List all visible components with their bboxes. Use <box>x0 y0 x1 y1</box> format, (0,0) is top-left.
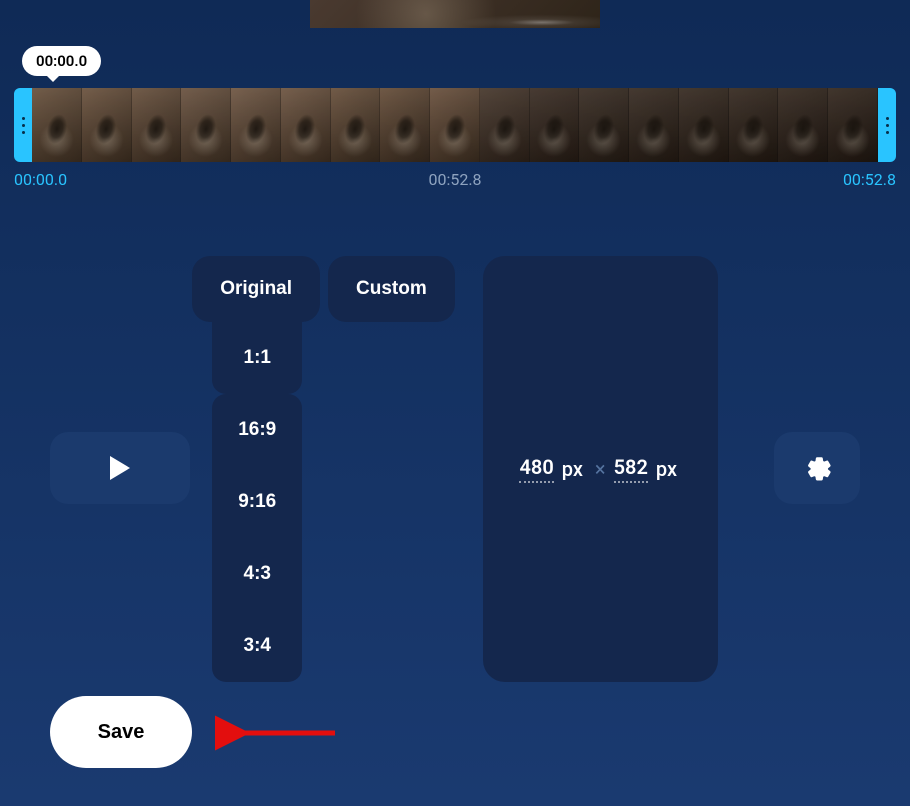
video-preview-frame <box>310 0 600 28</box>
settings-button[interactable] <box>774 432 860 504</box>
drag-handle-icon <box>886 117 889 134</box>
timeline-track[interactable] <box>14 88 896 162</box>
video-preview <box>310 0 600 28</box>
dimension-separator: × <box>595 457 606 481</box>
aspect-1-1[interactable]: 1:1 <box>212 322 302 394</box>
filmstrip-frame <box>679 88 729 162</box>
trim-handle-end[interactable] <box>878 88 896 162</box>
timeline-duration: 00:52.8 <box>428 170 481 189</box>
filmstrip-frame <box>480 88 530 162</box>
trim-handle-start[interactable] <box>14 88 32 162</box>
width-unit: px <box>562 457 583 481</box>
height-value[interactable]: 582 <box>614 455 648 483</box>
trim-start-time: 00:00.0 <box>14 170 67 189</box>
filmstrip-frame <box>380 88 430 162</box>
aspect-16-9[interactable]: 16:9 <box>212 394 302 466</box>
annotation-arrow <box>215 708 345 758</box>
aspect-ratio-column: Original Custom 1:1 16:9 9:16 4:3 3:4 <box>192 256 455 682</box>
filmstrip-frame <box>629 88 679 162</box>
play-icon <box>108 454 132 482</box>
tab-original[interactable]: Original <box>192 256 320 322</box>
filmstrip-frame <box>231 88 281 162</box>
filmstrip[interactable] <box>32 88 878 162</box>
play-button[interactable] <box>50 432 190 504</box>
filmstrip-frame <box>530 88 580 162</box>
aspect-3-4[interactable]: 3:4 <box>212 610 302 682</box>
drag-handle-icon <box>22 117 25 134</box>
save-button[interactable]: Save <box>50 696 192 768</box>
filmstrip-frame <box>132 88 182 162</box>
filmstrip-frame <box>82 88 132 162</box>
playhead-time-text: 00:00.0 <box>36 52 87 70</box>
height-unit: px <box>656 457 677 481</box>
filmstrip-frame <box>729 88 779 162</box>
timeline-time-labels: 00:00.0 00:52.8 00:52.8 <box>14 170 896 189</box>
filmstrip-frame <box>430 88 480 162</box>
trim-end-time: 00:52.8 <box>843 170 896 189</box>
filmstrip-frame <box>828 88 878 162</box>
filmstrip-frame <box>778 88 828 162</box>
filmstrip-frame <box>331 88 381 162</box>
playhead-time-bubble[interactable]: 00:00.0 <box>22 46 101 76</box>
aspect-ratio-list: 1:1 16:9 9:16 4:3 3:4 <box>212 322 302 682</box>
dimensions-panel: 480 px × 582 px <box>483 256 718 682</box>
size-mode-tabs: Original Custom <box>192 256 455 322</box>
aspect-4-3[interactable]: 4:3 <box>212 538 302 610</box>
controls-panel: Original Custom 1:1 16:9 9:16 4:3 3:4 48… <box>0 256 910 806</box>
filmstrip-frame <box>281 88 331 162</box>
aspect-9-16[interactable]: 9:16 <box>212 466 302 538</box>
tab-custom[interactable]: Custom <box>328 256 455 322</box>
gear-icon <box>802 453 832 483</box>
filmstrip-frame <box>32 88 82 162</box>
filmstrip-frame <box>579 88 629 162</box>
width-value[interactable]: 480 <box>519 455 553 483</box>
filmstrip-frame <box>181 88 231 162</box>
